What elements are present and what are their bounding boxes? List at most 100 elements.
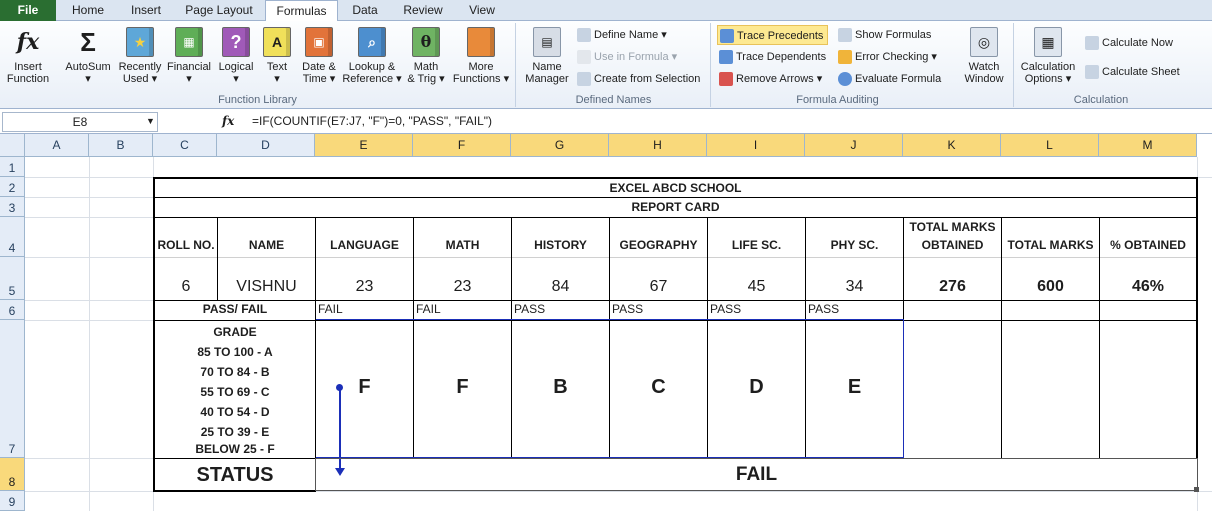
cell-grade-phy-sc[interactable]: E [806,376,903,404]
column-header-a[interactable]: A [25,134,89,157]
tab-formulas[interactable]: Formulas [265,0,338,22]
show-formulas-button[interactable]: Show Formulas [836,25,935,45]
error-checking-button[interactable]: Error Checking ▾ [836,47,941,67]
logical-button[interactable]: ? Logical ▾ [214,25,258,85]
cell-roll-no[interactable]: 6 [155,278,217,300]
tab-insert[interactable]: Insert [118,0,174,21]
pass-fail-label[interactable]: PASS/ FAIL [155,302,315,320]
cell-pass-fail-geography[interactable]: PASS [612,302,706,320]
calculation-options-button[interactable]: ▦ Calculation Options ▾ [1017,25,1079,85]
header-total-marks[interactable]: TOTAL MARKS [1002,238,1099,256]
cell-mark-life-sc[interactable]: 45 [708,278,805,300]
lookup-reference-button[interactable]: ⌕ Lookup & Reference ▾ [342,25,402,85]
tab-page-layout[interactable]: Page Layout [176,0,262,21]
header-name[interactable]: NAME [218,238,315,256]
cell-grade-geography[interactable]: C [610,376,707,404]
row-header-7[interactable]: 7 [0,320,25,458]
column-header-d[interactable]: D [217,134,315,157]
insert-function-button[interactable]: fx Insert Function [2,25,54,85]
row-header-5[interactable]: 5 [0,257,25,300]
trace-dependents-button[interactable]: Trace Dependents [717,47,830,67]
trace-precedents-button[interactable]: Trace Precedents [717,25,829,45]
school-title[interactable]: EXCEL ABCD SCHOOL [155,179,1196,197]
cell-name[interactable]: VISHNU [218,278,315,300]
cell-grade-history[interactable]: B [512,376,609,404]
cell-mark-geography[interactable]: 67 [610,278,707,300]
date-time-button[interactable]: ▣ Date & Time ▾ [296,25,342,85]
cell-total-obtained[interactable]: 276 [904,278,1001,300]
status-label[interactable]: STATUS [155,461,315,490]
cell-total-marks[interactable]: 600 [1002,278,1099,300]
cell-pass-fail-phy-sc[interactable]: PASS [808,302,902,320]
column-header-h[interactable]: H [609,134,707,157]
column-header-k[interactable]: K [903,134,1001,157]
use-in-formula-button[interactable]: Use in Formula ▾ [575,47,681,67]
column-header-j[interactable]: J [805,134,903,157]
more-functions-button[interactable]: More Functions ▾ [450,25,512,85]
tab-view[interactable]: View [456,0,508,21]
column-header-m[interactable]: M [1099,134,1197,157]
cell-mark-math[interactable]: 23 [414,278,511,300]
calculate-sheet-button[interactable]: Calculate Sheet [1083,62,1184,82]
row-header-9[interactable]: 9 [0,491,25,511]
autosum-button[interactable]: Σ AutoSum ▾ [62,25,114,85]
cell-grade-life-sc[interactable]: D [708,376,805,404]
name-manager-button[interactable]: ▤ Name Manager [521,25,573,85]
header-geography[interactable]: GEOGRAPHY [610,238,707,256]
calculate-now-button[interactable]: Calculate Now [1083,33,1177,53]
header-life-sc[interactable]: LIFE SC. [708,238,805,256]
column-header-g[interactable]: G [511,134,609,157]
fill-handle[interactable] [1194,487,1199,492]
row-header-6[interactable]: 6 [0,300,25,320]
name-box[interactable]: E8 [2,112,158,132]
header-total-obtained-line1[interactable]: TOTAL MARKS [904,218,1001,236]
name-box-dropdown-icon[interactable]: ▼ [146,116,155,126]
column-header-b[interactable]: B [89,134,153,157]
status-cell-selection[interactable]: FAIL [315,458,1198,491]
cell-mark-phy-sc[interactable]: 34 [806,278,903,300]
header-phy-sc[interactable]: PHY SC. [806,238,903,256]
header-math[interactable]: MATH [414,238,511,256]
cell-grade-language[interactable]: F [316,376,413,404]
insert-function-fx-icon[interactable]: fx [222,114,234,128]
evaluate-formula-button[interactable]: Evaluate Formula [836,69,945,89]
cell-pass-fail-math[interactable]: FAIL [416,302,510,320]
column-header-i[interactable]: I [707,134,805,157]
remove-arrows-button[interactable]: Remove Arrows ▾ [717,69,826,89]
text-button[interactable]: A Text ▾ [262,25,292,85]
worksheet-grid[interactable]: A B C D E F G H I J K L M 1 2 3 4 5 6 7 … [0,134,1212,511]
create-from-selection-button[interactable]: Create from Selection [575,69,704,89]
financial-button[interactable]: ▦ Financial ▾ [164,25,214,85]
tab-file[interactable]: File [0,0,56,21]
cell-pass-fail-history[interactable]: PASS [514,302,608,320]
cell-pass-fail-life-sc[interactable]: PASS [710,302,804,320]
row-header-8[interactable]: 8 [0,458,25,491]
recently-used-button[interactable]: ★ Recently Used ▾ [116,25,164,85]
cell-percent-obtained[interactable]: 46% [1100,278,1196,300]
header-roll-no[interactable]: ROLL NO. [155,238,217,256]
column-header-e[interactable]: E [315,134,413,157]
header-language[interactable]: LANGUAGE [316,238,413,256]
column-header-l[interactable]: L [1001,134,1099,157]
row-header-4[interactable]: 4 [0,217,25,257]
header-total-obtained-line2[interactable]: OBTAINED [904,238,1001,256]
tab-review[interactable]: Review [394,0,452,21]
column-header-f[interactable]: F [413,134,511,157]
cell-mark-history[interactable]: 84 [512,278,609,300]
formula-input[interactable]: =IF(COUNTIF(E7:J7, "F")=0, "PASS", "FAIL… [252,114,492,128]
tab-data[interactable]: Data [340,0,390,21]
row-header-1[interactable]: 1 [0,157,25,177]
report-title[interactable]: REPORT CARD [155,198,1196,217]
cell-pass-fail-language[interactable]: FAIL [318,302,412,320]
math-trig-button[interactable]: θ Math & Trig ▾ [404,25,448,85]
watch-window-button[interactable]: ◎ Watch Window [960,25,1008,85]
row-header-3[interactable]: 3 [0,197,25,217]
cell-grade-math[interactable]: F [414,376,511,404]
select-all-corner[interactable] [0,134,25,157]
header-history[interactable]: HISTORY [512,238,609,256]
define-name-button[interactable]: Define Name ▾ [575,25,671,45]
row-header-2[interactable]: 2 [0,177,25,197]
column-header-c[interactable]: C [153,134,217,157]
header-percent-obtained[interactable]: % OBTAINED [1100,238,1196,256]
tab-home[interactable]: Home [60,0,116,21]
